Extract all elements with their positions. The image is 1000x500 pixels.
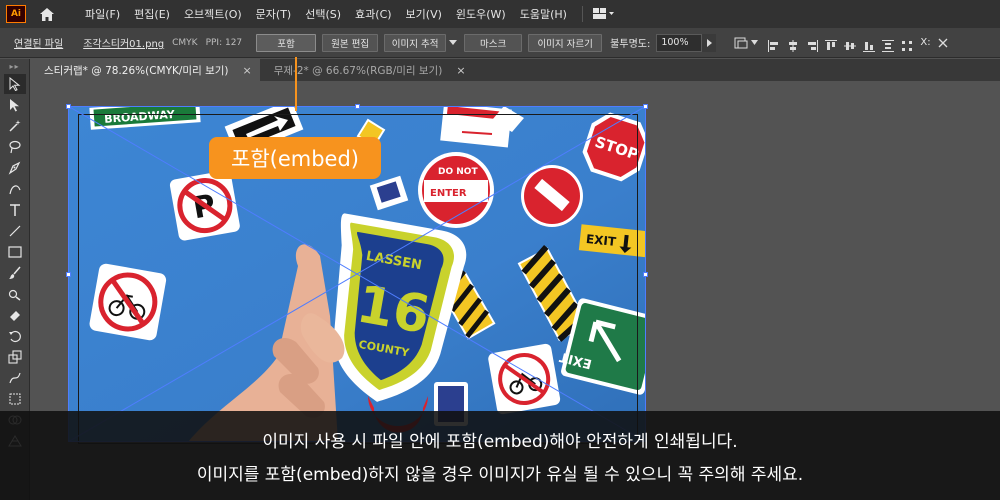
scale-tool-icon[interactable] [4,347,26,367]
shaper-tool-icon[interactable] [4,284,26,304]
type-tool-icon[interactable] [4,200,26,220]
curvature-tool-icon[interactable] [4,179,26,199]
ppi-label: PPI: 127 [205,37,243,48]
menu-select[interactable]: 선택(S) [298,6,348,22]
menu-items: 파일(F) 편집(E) 오브젝트(O) 문자(T) 선택(S) 효과(C) 보기… [78,6,574,22]
tab-close-icon[interactable]: × [243,64,252,77]
align-top-icon[interactable] [825,37,838,50]
opacity-label: 불투명도: [610,39,651,50]
align-middle-icon[interactable] [844,37,857,50]
caption-overlay: 이미지 사용 시 파일 안에 포함(embed)해야 안전하게 인쇄됩니다. 이… [0,411,1000,500]
puppet-warp-tool-icon[interactable] [4,368,26,388]
align-right-icon[interactable] [806,37,819,52]
menu-effect[interactable]: 효과(C) [348,6,399,22]
distribute-icon[interactable] [882,37,895,52]
image-trace-dropdown-icon[interactable] [446,34,460,52]
toolbar-grip-icon[interactable]: ▸▸ [0,59,29,73]
tab-untitled-2[interactable]: 무제-2* @ 66.67%(RGB/미리 보기) × [260,59,474,81]
transform-icon[interactable] [901,37,913,51]
document-setup-icon[interactable] [734,37,759,49]
handle-middle-right[interactable] [643,272,648,277]
illustrator-window: Ai 파일(F) 편집(E) 오브젝트(O) 문자(T) 선택(S) 효과(C)… [0,0,1000,500]
mask-button[interactable]: 마스크 [464,33,523,52]
menu-help[interactable]: 도움말(H) [513,6,574,22]
tab-label: 스티커랩* @ 78.26%(CMYK/미리 보기) [44,64,229,77]
close-icon[interactable] [938,38,948,48]
crop-image-button[interactable]: 이미지 자르기 [528,33,603,52]
lasso-tool-icon[interactable] [4,137,26,157]
document-tabs: 스티커랩* @ 78.26%(CMYK/미리 보기) × 무제-2* @ 66.… [30,59,1000,81]
embed-button[interactable]: 포함 [256,33,317,52]
rectangle-tool-icon[interactable] [4,242,26,262]
align-left-icon[interactable] [768,37,780,52]
menu-window[interactable]: 윈도우(W) [449,6,513,22]
tab-sticker-lab[interactable]: 스티커랩* @ 78.26%(CMYK/미리 보기) × [30,59,260,81]
menu-view[interactable]: 보기(V) [399,6,449,22]
edit-original-button[interactable]: 원본 편집 [322,33,379,52]
line-tool-icon[interactable] [4,221,26,241]
handle-top-left[interactable] [66,104,71,109]
embed-callout: 포함(embed) [209,137,381,179]
home-icon[interactable] [38,5,56,23]
handle-middle-left[interactable] [66,272,71,277]
paintbrush-tool-icon[interactable] [4,263,26,283]
handle-top-center[interactable] [355,104,360,109]
handle-top-right[interactable] [643,104,648,109]
tab-close-icon[interactable]: × [456,64,465,77]
image-trace-button[interactable]: 이미지 추적 [384,33,447,52]
align-icons-group: X: [768,37,948,52]
menu-file[interactable]: 파일(F) [78,6,127,22]
free-transform-tool-icon[interactable] [4,389,26,409]
menu-type[interactable]: 문자(T) [249,6,299,22]
caption-line-2: 이미지를 포함(embed)하지 않을 경우 이미지가 유실 될 수 있으니 꼭… [196,464,804,485]
magic-wand-tool-icon[interactable] [4,116,26,136]
x-coordinate-label: X: [920,37,931,48]
tab-label: 무제-2* @ 66.67%(RGB/미리 보기) [273,64,443,77]
align-bottom-icon[interactable] [863,37,876,52]
menu-object[interactable]: 오브젝트(O) [177,6,249,22]
pen-tool-icon[interactable] [4,158,26,178]
eraser-tool-icon[interactable] [4,305,26,325]
menu-edit[interactable]: 편집(E) [127,6,177,22]
workspace-switcher-icon[interactable] [592,8,615,20]
menu-divider [581,6,583,22]
rotate-tool-icon[interactable] [4,326,26,346]
linked-file-link[interactable]: 연결된 파일 [14,35,63,50]
align-center-icon[interactable] [787,37,799,52]
color-mode-label: CMYK [172,37,198,48]
direct-selection-tool-icon[interactable] [4,95,26,115]
caption-line-1: 이미지 사용 시 파일 안에 포함(embed)해야 안전하게 인쇄됩니다. [262,431,738,452]
app-logo: Ai [6,5,26,23]
opacity-arrow-icon[interactable] [702,33,717,52]
callout-pointer-line [295,57,297,111]
control-bar: 연결된 파일 조각스티커01.png CMYK PPI: 127 포함 원본 편… [0,28,1000,58]
menu-bar: Ai 파일(F) 편집(E) 오브젝트(O) 문자(T) 선택(S) 효과(C)… [0,0,1000,28]
opacity-input[interactable]: 100% [656,33,703,52]
linked-filename[interactable]: 조각스티커01.png [83,35,164,50]
selection-tool-icon[interactable] [4,74,26,94]
